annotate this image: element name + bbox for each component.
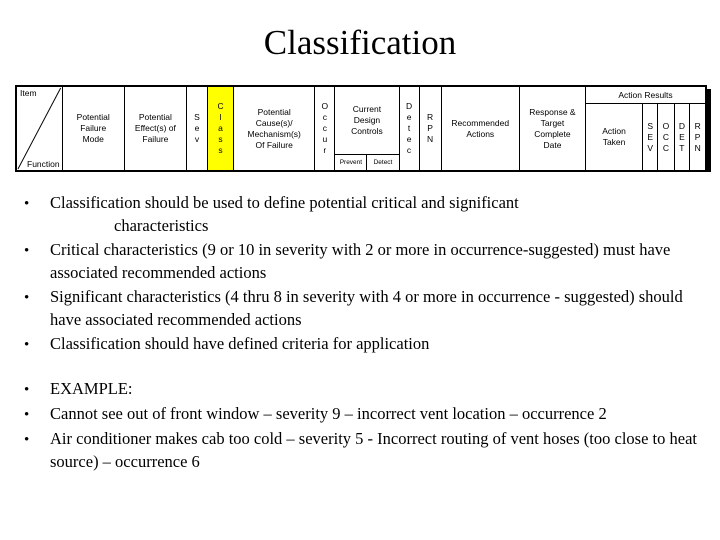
header-cell-action-results[interactable]: Action Results Action Taken S E V O C C [585, 85, 707, 172]
bullet-glyph: • [24, 290, 30, 306]
page-title: Classification [263, 23, 457, 62]
list-item: • EXAMPLE: [24, 378, 700, 401]
header-label-detec: D e t e c [405, 101, 413, 155]
header-cell-action-taken[interactable]: Action Taken [587, 104, 644, 170]
header-label-prevent: Prevent [339, 158, 363, 166]
header-label-detect: Detect [373, 158, 393, 166]
header-label-potential-causes-mechanisms-of-failure: Potential Cause(s)/ Mechanism(s) Of Fail… [247, 106, 301, 150]
current-design-controls-text: Current Design Controls [351, 104, 383, 136]
header-label-response-target-complete-date: Response & Target Complete Date [529, 106, 576, 150]
fmea-table-container: Item Function Potential Failure Mode Pot… [15, 85, 711, 172]
header-label-current-design-controls: Current Design Controls [335, 87, 399, 155]
header-cell-rpn[interactable]: R P N [418, 85, 442, 172]
header-label-ar-sev: S E V [647, 120, 654, 153]
header-cell-ar-occ[interactable]: O C C [658, 104, 675, 170]
header-cell-detec[interactable]: D e t e c [398, 85, 420, 172]
item-label: Item [20, 88, 37, 98]
header-cell-recommended-actions[interactable]: Recommended Actions [440, 85, 520, 172]
list-item: • Critical characteristics (9 or 10 in se… [24, 239, 700, 284]
action-results-group: Action Results Action Taken S E V O C C [586, 87, 705, 170]
action-results-text: Action Results [618, 90, 673, 100]
list-item: • Significant characteristics (4 thru 8 i… [24, 286, 700, 331]
bullet-classification-define-line1: Classification should be used to define … [50, 193, 519, 212]
current-design-controls-subcolumns: Prevent Detect [336, 155, 398, 170]
bullet-defined-criteria-text: Classification should have defined crite… [50, 334, 430, 353]
bullet-example-heading-text: EXAMPLE: [50, 379, 133, 398]
header-label-rpn: R P N [427, 112, 434, 144]
bullet-glyph: • [24, 382, 30, 398]
bullet-example-air-conditioner-text: Air conditioner makes cab too cold – sev… [50, 429, 697, 471]
function-label: Function [27, 159, 60, 169]
bullet-significant-characteristics-text: Significant characteristics (4 thru 8 in… [50, 287, 683, 329]
header-cell-class[interactable]: C l a s s [207, 85, 235, 172]
header-cell-prevent[interactable]: Prevent [336, 155, 368, 170]
header-cell-potential-effects-of-failure[interactable]: Potential Effect(s) of Failure [123, 85, 187, 172]
header-label-occur: O c c u r [321, 101, 329, 155]
header-cell-potential-failure-mode[interactable]: Potential Failure Mode [61, 85, 125, 172]
bullet-glyph: • [24, 337, 30, 353]
header-label-sev: S e v [194, 112, 200, 144]
list-item: • Classification should be used to define… [24, 192, 700, 237]
header-cell-detect[interactable]: Detect [367, 155, 398, 170]
header-cell-potential-causes-mechanisms-of-failure[interactable]: Potential Cause(s)/ Mechanism(s) Of Fail… [233, 85, 316, 172]
fmea-header-table: Item Function Potential Failure Mode Pot… [15, 85, 707, 172]
header-label-ar-occ: O C C [662, 120, 670, 153]
header-cell-sev[interactable]: S e v [185, 85, 209, 172]
header-label-potential-failure-mode: Potential Failure Mode [76, 112, 110, 144]
header-label-recommended-actions: Recommended Actions [451, 117, 510, 139]
bullet-glyph: • [24, 196, 30, 212]
header-label-potential-effects-of-failure: Potential Effect(s) of Failure [134, 112, 176, 144]
list-item: • Air conditioner makes cab too cold – se… [24, 428, 700, 473]
header-cell-response-target-complete-date[interactable]: Response & Target Complete Date [518, 85, 587, 172]
header-cell-ar-rpn[interactable]: R P N [690, 104, 705, 170]
header-cell-current-design-controls[interactable]: Current Design Controls Prevent Detect [334, 85, 400, 172]
action-results-subcolumns: Action Taken S E V O C C D E T R P N [587, 104, 705, 170]
current-design-controls-group: Current Design Controls Prevent Detect [335, 87, 399, 170]
header-cell-occur[interactable]: O c c u r [314, 85, 336, 172]
header-label-ar-det: D E T [678, 120, 685, 153]
header-label-action-taken: Action Taken [602, 126, 626, 147]
diagonal-divider-line [17, 87, 62, 170]
header-cell-item-function[interactable]: Item Function [15, 85, 63, 172]
header-label-ar-rpn: R P N [694, 120, 701, 153]
bullet-example-window-text: Cannot see out of front window – severit… [50, 404, 607, 423]
header-cell-ar-det[interactable]: D E T [675, 104, 691, 170]
list-item: • Classification should have defined crit… [24, 333, 700, 356]
list-item: • Cannot see out of front window – severi… [24, 403, 700, 426]
bullet-glyph: • [24, 407, 30, 423]
slide-body: • Classification should be used to define… [24, 192, 700, 475]
bullet-glyph: • [24, 432, 30, 448]
bullet-classification-define-line2: characteristics [114, 216, 209, 235]
bullet-glyph: • [24, 243, 30, 259]
header-label-action-results: Action Results [586, 87, 705, 104]
header-cell-ar-sev[interactable]: S E V [643, 104, 659, 170]
header-label-class: C l a s s [217, 101, 224, 155]
bullet-critical-characteristics-text: Critical characteristics (9 or 10 in sev… [50, 240, 671, 282]
